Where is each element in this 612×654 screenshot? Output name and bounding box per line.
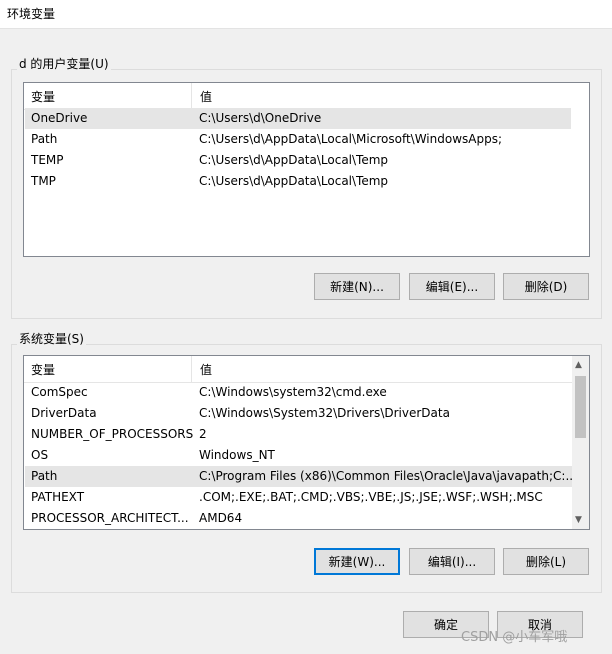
title-bar: 环境变量 <box>0 0 612 29</box>
var-name: TEMP <box>31 153 64 167</box>
var-name: OS <box>31 448 49 462</box>
vertical-scrollbar[interactable]: ▲ ▼ <box>572 356 589 529</box>
var-value: C:\Users\d\AppData\Local\Temp <box>199 153 389 167</box>
window-title: 环境变量 <box>7 7 56 21</box>
col-header-value[interactable]: 值 <box>200 88 212 105</box>
list-item[interactable]: NUMBER_OF_PROCESSORS 2 <box>25 424 573 445</box>
column-separator[interactable] <box>191 356 192 382</box>
var-name: OneDrive <box>31 111 88 125</box>
var-value: .COM;.EXE;.BAT;.CMD;.VBS;.VBE;.JS;.JSE;.… <box>199 490 543 504</box>
scroll-up-icon[interactable]: ▲ <box>575 360 582 370</box>
list-item[interactable]: Path C:\Users\d\AppData\Local\Microsoft\… <box>25 129 571 150</box>
col-header-value[interactable]: 值 <box>200 361 212 378</box>
list-item[interactable]: ComSpec C:\Windows\system32\cmd.exe <box>25 382 573 403</box>
user-edit-button[interactable]: 编辑(E)... <box>409 273 495 300</box>
list-item[interactable]: TEMP C:\Users\d\AppData\Local\Temp <box>25 150 571 171</box>
system-new-button[interactable]: 新建(W)... <box>314 548 400 575</box>
watermark: CSDN @小车军哦 <box>461 630 568 645</box>
var-value: AMD64 <box>199 511 243 525</box>
list-item[interactable]: PROCESSOR_ARCHITECT... AMD64 <box>25 508 573 529</box>
var-value: C:\Users\d\OneDrive <box>199 111 322 125</box>
scrollbar-thumb[interactable] <box>575 376 586 438</box>
var-name: Path <box>31 132 58 146</box>
system-vars-group-label: 系统变量(S) <box>17 330 86 347</box>
list-item[interactable]: TMP C:\Users\d\AppData\Local\Temp <box>25 171 571 192</box>
system-delete-button[interactable]: 删除(L) <box>503 548 589 575</box>
var-name: PROCESSOR_ARCHITECT... <box>31 511 189 525</box>
var-name: Path <box>31 469 58 483</box>
user-delete-button[interactable]: 删除(D) <box>503 273 589 300</box>
var-value: C:\Users\d\AppData\Local\Microsoft\Windo… <box>199 132 503 146</box>
col-header-variable[interactable]: 变量 <box>31 88 55 105</box>
var-value: C:\Users\d\AppData\Local\Temp <box>199 174 389 188</box>
system-vars-header: 变量 值 <box>24 356 572 383</box>
var-value: C:\Windows\system32\cmd.exe <box>199 385 387 399</box>
var-name: DriverData <box>31 406 97 420</box>
var-name: TMP <box>31 174 56 188</box>
list-item[interactable]: PATHEXT .COM;.EXE;.BAT;.CMD;.VBS;.VBE;.J… <box>25 487 573 508</box>
var-value: C:\Windows\System32\Drivers\DriverData <box>199 406 450 420</box>
user-new-button[interactable]: 新建(N)... <box>314 273 400 300</box>
list-item[interactable]: Path C:\Program Files (x86)\Common Files… <box>25 466 577 487</box>
col-header-variable[interactable]: 变量 <box>31 361 55 378</box>
system-vars-list[interactable]: 变量 值 ComSpec C:\Windows\system32\cmd.exe… <box>23 355 590 530</box>
var-value: 2 <box>199 427 207 441</box>
list-item[interactable]: OneDrive C:\Users\d\OneDrive <box>25 108 571 129</box>
var-name: ComSpec <box>31 385 88 399</box>
var-value: Windows_NT <box>199 448 275 462</box>
scroll-down-icon[interactable]: ▼ <box>575 515 582 525</box>
list-item[interactable]: DriverData C:\Windows\System32\Drivers\D… <box>25 403 573 424</box>
column-separator[interactable] <box>191 83 192 109</box>
var-name: PATHEXT <box>31 490 85 504</box>
user-vars-group-label: d 的用户变量(U) <box>17 55 111 72</box>
var-value: C:\Program Files (x86)\Common Files\Orac… <box>199 469 577 483</box>
user-vars-list[interactable]: 变量 值 OneDrive C:\Users\d\OneDrive Path C… <box>23 82 590 257</box>
list-item[interactable]: OS Windows_NT <box>25 445 573 466</box>
var-name: NUMBER_OF_PROCESSORS <box>31 427 194 441</box>
user-vars-header: 变量 值 <box>24 83 570 110</box>
system-edit-button[interactable]: 编辑(I)... <box>409 548 495 575</box>
